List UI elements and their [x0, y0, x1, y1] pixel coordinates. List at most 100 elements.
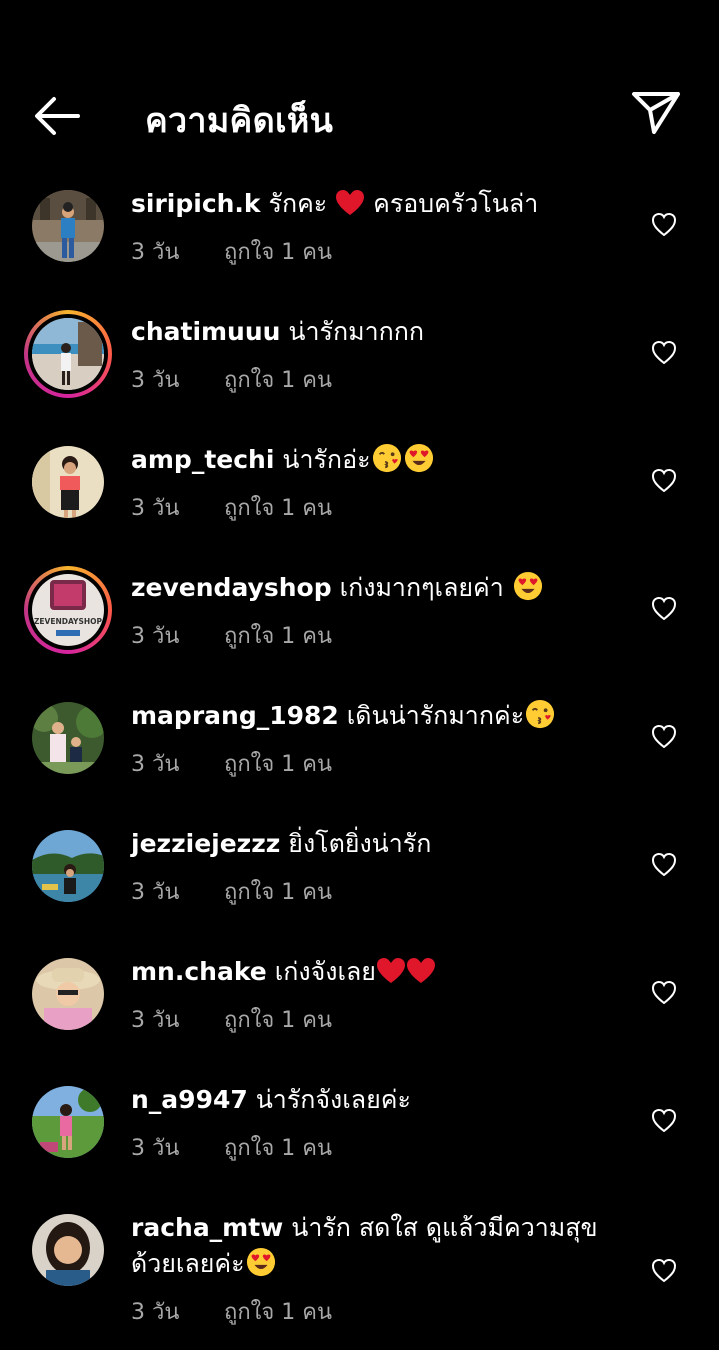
top-bar: ความคิดเห็น	[0, 0, 719, 170]
heart-eyes-emoji	[513, 571, 542, 601]
heart-outline-icon	[651, 468, 677, 493]
comment-body: เดินน่ารักมากค่ะ	[346, 701, 525, 730]
like-button[interactable]	[651, 468, 677, 494]
comment-meta: 3 วัน ถูกใจ 1 คน	[131, 874, 332, 909]
comment-body: เก่งจังเลย	[274, 957, 376, 986]
comment-meta: 3 วัน ถูกใจ 1 คน	[131, 362, 332, 397]
like-button[interactable]	[651, 1258, 677, 1284]
comment-username[interactable]: n_a9947	[131, 1085, 248, 1114]
comment-text: maprang_1982 เดินน่ารักมากค่ะ	[131, 698, 631, 734]
comment-text: siripich.k รักคะ ครอบครัวโนล่า	[131, 186, 631, 222]
avatar[interactable]	[32, 1086, 104, 1158]
comment-meta: 3 วัน ถูกใจ 1 คน	[131, 618, 332, 653]
avatar[interactable]	[32, 446, 104, 518]
comment-like-count[interactable]: ถูกใจ 1 คน	[224, 618, 332, 653]
avatar[interactable]	[32, 190, 104, 262]
share-button[interactable]	[630, 88, 682, 136]
avatar[interactable]	[24, 310, 112, 398]
comment-item: siripich.k รักคะ ครอบครัวโนล่า 3 วัน ถูก…	[0, 176, 719, 304]
comment-like-count[interactable]: ถูกใจ 1 คน	[224, 362, 332, 397]
comment-meta: 3 วัน ถูกใจ 1 คน	[131, 1130, 332, 1165]
like-button[interactable]	[651, 1108, 677, 1134]
comment-body: เก่งมากๆเลยค่า	[339, 573, 504, 602]
comment-like-count[interactable]: ถูกใจ 1 คน	[224, 234, 332, 269]
comment-body: น่ารักมากกก	[288, 317, 425, 346]
heart-outline-icon	[651, 852, 677, 877]
heart-outline-icon	[651, 1108, 677, 1133]
shop-logo-text: ZEVENDAYSHOP	[34, 617, 103, 626]
comment-username[interactable]: racha_mtw	[131, 1213, 283, 1242]
comment-item: chatimuuu น่ารักมากกก 3 วัน ถูกใจ 1 คน	[0, 304, 719, 432]
red-heart-emoji	[406, 958, 435, 983]
comment-text: zevendayshop เก่งมากๆเลยค่า	[131, 570, 631, 606]
comment-item: maprang_1982 เดินน่ารักมากค่ะ 3 วัน ถูกใ…	[0, 688, 719, 816]
comment-item: mn.chake เก่งจังเลย 3 วัน ถูกใจ 1 คน	[0, 944, 719, 1072]
comment-item: racha_mtw น่ารัก สดใส ดูแล้วมีความสุขด้ว…	[0, 1200, 719, 1350]
like-button[interactable]	[651, 724, 677, 750]
heart-outline-icon	[651, 596, 677, 621]
like-button[interactable]	[651, 596, 677, 622]
comment-item: n_a9947 น่ารักจังเลยค่ะ 3 วัน ถูกใจ 1 คน	[0, 1072, 719, 1200]
comment-item: jezziejezzz ยิ่งโตยิ่งน่ารัก 3 วัน ถูกใจ…	[0, 816, 719, 944]
like-button[interactable]	[651, 852, 677, 878]
comment-time: 3 วัน	[131, 368, 180, 393]
comment-username[interactable]: maprang_1982	[131, 701, 339, 730]
comment-like-count[interactable]: ถูกใจ 1 คน	[224, 1130, 332, 1165]
avatar[interactable]	[32, 830, 104, 902]
comment-time: 3 วัน	[131, 1300, 180, 1325]
comment-username[interactable]: chatimuuu	[131, 317, 280, 346]
heart-eyes-emoji	[404, 443, 433, 473]
paper-plane-icon	[632, 92, 680, 134]
heart-outline-icon	[651, 1258, 677, 1283]
comment-username[interactable]: zevendayshop	[131, 573, 332, 602]
comment-like-count[interactable]: ถูกใจ 1 คน	[224, 1294, 332, 1329]
comment-username[interactable]: jezziejezzz	[131, 829, 280, 858]
comment-meta: 3 วัน ถูกใจ 1 คน	[131, 1294, 332, 1329]
comment-username[interactable]: mn.chake	[131, 957, 267, 986]
like-button[interactable]	[651, 980, 677, 1006]
avatar[interactable]	[32, 958, 104, 1030]
comment-username[interactable]: amp_techi	[131, 445, 274, 474]
comment-time: 3 วัน	[131, 496, 180, 521]
comment-meta: 3 วัน ถูกใจ 1 คน	[131, 234, 332, 269]
comment-time: 3 วัน	[131, 1008, 180, 1033]
comment-item: amp_techi น่ารักอ่ะ 3 วัน ถูกใจ 1 คน	[0, 432, 719, 560]
heart-outline-icon	[651, 980, 677, 1005]
comment-time: 3 วัน	[131, 752, 180, 777]
avatar[interactable]: ZEVENDAYSHOP	[24, 566, 112, 654]
comment-time: 3 วัน	[131, 880, 180, 905]
comment-text: jezziejezzz ยิ่งโตยิ่งน่ารัก	[131, 826, 631, 862]
comment-like-count[interactable]: ถูกใจ 1 คน	[224, 490, 332, 525]
comment-body: น่ารักจังเลยค่ะ	[255, 1085, 411, 1114]
comment-time: 3 วัน	[131, 1136, 180, 1161]
comment-text: amp_techi น่ารักอ่ะ	[131, 442, 631, 478]
red-heart-emoji	[336, 190, 365, 215]
comment-time: 3 วัน	[131, 624, 180, 649]
arrow-left-icon	[35, 97, 80, 135]
comment-list: siripich.k รักคะ ครอบครัวโนล่า 3 วัน ถูก…	[0, 176, 719, 1350]
comment-text: chatimuuu น่ารักมากกก	[131, 314, 631, 350]
heart-outline-icon	[651, 340, 677, 365]
red-heart-emoji	[376, 958, 405, 983]
heart-outline-icon	[651, 724, 677, 749]
comment-time: 3 วัน	[131, 240, 180, 265]
avatar[interactable]	[32, 1214, 104, 1286]
back-button[interactable]	[30, 94, 82, 138]
like-button[interactable]	[651, 212, 677, 238]
comment-text: racha_mtw น่ารัก สดใส ดูแล้วมีความสุขด้ว…	[131, 1210, 631, 1282]
comment-meta: 3 วัน ถูกใจ 1 คน	[131, 746, 332, 781]
avatar[interactable]	[32, 702, 104, 774]
comment-like-count[interactable]: ถูกใจ 1 คน	[224, 746, 332, 781]
comment-username[interactable]: siripich.k	[131, 189, 261, 218]
comment-meta: 3 วัน ถูกใจ 1 คน	[131, 490, 332, 525]
heart-eyes-emoji	[246, 1247, 275, 1277]
kissing-face-emoji	[372, 443, 401, 473]
comment-body-tail: ครอบครัวโนล่า	[373, 189, 539, 218]
comment-body: รักคะ	[268, 189, 328, 218]
comment-body: น่ารักอ่ะ	[282, 445, 371, 474]
kissing-face-emoji	[526, 699, 555, 729]
comment-like-count[interactable]: ถูกใจ 1 คน	[224, 1002, 332, 1037]
comment-meta: 3 วัน ถูกใจ 1 คน	[131, 1002, 332, 1037]
like-button[interactable]	[651, 340, 677, 366]
comment-like-count[interactable]: ถูกใจ 1 คน	[224, 874, 332, 909]
